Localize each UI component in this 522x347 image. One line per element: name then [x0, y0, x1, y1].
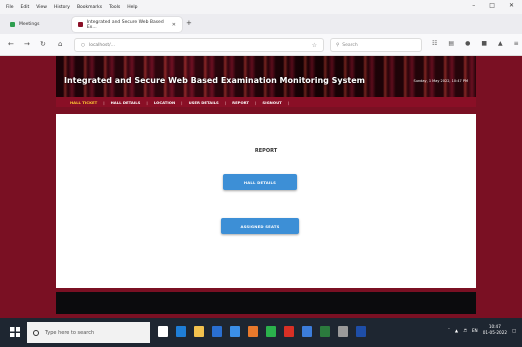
chrome-icon[interactable]	[266, 326, 276, 337]
file-explorer-icon[interactable]	[194, 326, 204, 337]
notification-icon[interactable]: □	[512, 328, 516, 333]
browser-tabbar: Meetings Integrated and Secure Web Based…	[0, 14, 522, 34]
hall-details-button[interactable]: HALL DETAILS	[223, 174, 297, 190]
menu-bookmarks[interactable]: Bookmarks	[77, 5, 102, 10]
search-icon	[33, 329, 39, 336]
back-icon[interactable]: ←	[8, 40, 14, 48]
word-icon[interactable]	[302, 326, 312, 337]
assigned-seats-button[interactable]: ASSIGNED SEATS	[221, 218, 299, 234]
menu-file[interactable]: File	[6, 5, 14, 10]
tab-exam-system[interactable]: Integrated and Secure Web Based Ex... ✕	[72, 17, 182, 32]
taskbar-apps	[158, 326, 366, 337]
site-title: Integrated and Secure Web Based Examinat…	[64, 76, 365, 85]
nav-hall-ticket[interactable]: HALL TICKET	[64, 100, 103, 105]
account-icon[interactable]: ●	[465, 40, 470, 47]
extension-icon[interactable]: ■	[481, 40, 487, 47]
chevron-up-icon[interactable]: ˆ	[448, 328, 450, 333]
page-title: REPORT	[254, 148, 278, 154]
excel-icon[interactable]	[320, 326, 330, 337]
menu-help[interactable]: Help	[127, 5, 137, 10]
shield-icon[interactable]: ▲	[498, 40, 503, 47]
url-text: localhost/...	[88, 42, 115, 48]
opera-icon[interactable]	[284, 326, 294, 337]
edge-icon[interactable]	[176, 326, 186, 337]
firefox-icon[interactable]	[248, 326, 258, 337]
report-panel: REPORT HALL DETAILS ASSIGNED SEATS	[56, 114, 476, 288]
site-banner: Integrated and Secure Web Based Examinat…	[56, 56, 476, 97]
taskbar-search-placeholder: Type here to search	[45, 329, 95, 336]
language-icon[interactable]: EN	[472, 328, 478, 333]
site-nav: HALL TICKET | HALL DETAILS | LOCATION | …	[56, 97, 476, 107]
nav-separator: |	[287, 99, 290, 105]
site-footer	[56, 292, 476, 314]
windows-start-icon[interactable]	[10, 327, 20, 337]
browser-menubar: File Edit View History Bookmarks Tools H…	[0, 0, 522, 14]
maximize-icon[interactable]: □	[489, 2, 495, 9]
window-controls: – □ ✕	[472, 2, 514, 9]
page-viewport: Integrated and Secure Web Based Examinat…	[0, 56, 522, 318]
site-datetime: Sunday, 1 May 2022, 10:47 PM	[413, 79, 468, 83]
nav-report[interactable]: REPORT	[226, 100, 255, 105]
tab-label: Integrated and Secure Web Based Ex...	[86, 19, 164, 30]
search-placeholder: Search	[342, 42, 358, 48]
vscode-icon[interactable]	[356, 326, 366, 337]
mail-icon[interactable]	[230, 326, 240, 337]
toolbar-icons: ☷ ▤ ● ■ ▲ ≡	[432, 40, 519, 47]
menu-view[interactable]: View	[36, 5, 47, 10]
nav-location[interactable]: LOCATION	[148, 100, 181, 105]
close-window-icon[interactable]: ✕	[509, 2, 514, 9]
clock-date: 01-05-2022	[482, 330, 508, 335]
system-tray: ˆ ▲ ♬ EN 10:47 01-05-2022 □	[448, 324, 516, 336]
menu-tools[interactable]: Tools	[109, 5, 120, 10]
browser-navbar: ← → ↻ ⌂ ○ localhost/... ☆ ⚲ Search ☷ ▤ ●…	[0, 34, 522, 56]
store-icon[interactable]	[212, 326, 222, 337]
lock-icon: ○	[81, 42, 85, 48]
os-taskbar: Type here to search ˆ ▲ ♬ EN 10:47 01-05…	[0, 318, 522, 347]
app-icon[interactable]	[338, 326, 348, 337]
home-icon[interactable]: ⌂	[58, 40, 62, 48]
volume-icon[interactable]: ♬	[463, 328, 467, 333]
url-bar[interactable]: ○ localhost/... ☆	[74, 38, 324, 52]
forward-icon[interactable]: →	[24, 40, 30, 48]
menu-icon[interactable]: ≡	[514, 40, 519, 47]
bookmark-star-icon[interactable]: ☆	[312, 42, 317, 49]
search-bar[interactable]: ⚲ Search	[330, 38, 422, 52]
network-icon[interactable]: ▲	[455, 328, 458, 333]
new-tab-icon[interactable]: +	[186, 19, 192, 27]
reload-icon[interactable]: ↻	[40, 40, 46, 48]
menu-edit[interactable]: Edit	[21, 5, 30, 10]
menu-history[interactable]: History	[54, 5, 70, 10]
meet-icon	[10, 22, 15, 27]
tab-label: Meetings	[19, 22, 40, 27]
screen: File Edit View History Bookmarks Tools H…	[0, 0, 522, 347]
task-view-icon[interactable]	[158, 326, 168, 337]
page-icon	[78, 22, 83, 27]
close-tab-icon[interactable]: ✕	[172, 22, 176, 28]
sidebar-icon[interactable]: ▤	[448, 40, 454, 47]
nav-hall-details[interactable]: HALL DETAILS	[105, 100, 147, 105]
taskbar-search-input[interactable]: Type here to search	[27, 322, 150, 343]
nav-signout[interactable]: SIGNOUT	[256, 100, 287, 105]
minimize-icon[interactable]: –	[472, 2, 475, 9]
library-icon[interactable]: ☷	[432, 40, 437, 47]
clock[interactable]: 10:47 01-05-2022	[483, 324, 507, 336]
search-icon: ⚲	[336, 42, 340, 48]
nav-user-details[interactable]: USER DETAILS	[183, 100, 225, 105]
tab-meetings[interactable]: Meetings	[4, 17, 64, 32]
